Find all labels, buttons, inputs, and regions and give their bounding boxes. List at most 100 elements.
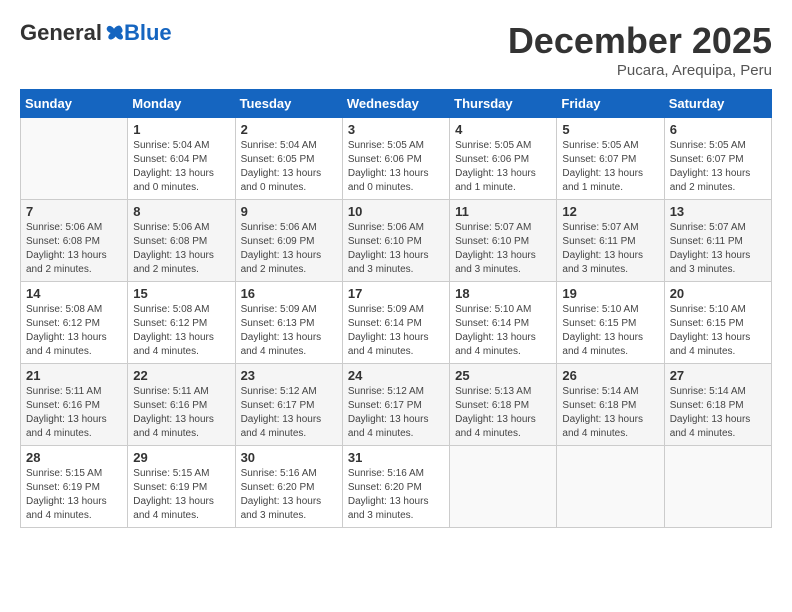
day-info: Sunrise: 5:14 AM Sunset: 6:18 PM Dayligh… (562, 385, 658, 441)
day-number: 18 (455, 286, 551, 301)
day-info: Sunrise: 5:04 AM Sunset: 6:04 PM Dayligh… (133, 139, 229, 195)
col-header-monday: Monday (128, 90, 235, 118)
calendar-cell (664, 446, 771, 528)
day-info: Sunrise: 5:05 AM Sunset: 6:07 PM Dayligh… (670, 139, 766, 195)
day-info: Sunrise: 5:04 AM Sunset: 6:05 PM Dayligh… (241, 139, 337, 195)
calendar-table: SundayMondayTuesdayWednesdayThursdayFrid… (20, 89, 772, 528)
day-info: Sunrise: 5:05 AM Sunset: 6:06 PM Dayligh… (455, 139, 551, 195)
calendar-cell (21, 118, 128, 200)
logo-general-text: General (20, 20, 102, 46)
calendar-cell: 26Sunrise: 5:14 AM Sunset: 6:18 PM Dayli… (557, 364, 664, 446)
day-info: Sunrise: 5:15 AM Sunset: 6:19 PM Dayligh… (26, 467, 122, 523)
calendar-week-row: 7 Sunrise: 5:06 AM Sunset: 6:08 PM Daylig… (21, 200, 772, 282)
calendar-cell: 19 Sunrise: 5:10 AM Sunset: 6:15 PM Dayli… (557, 282, 664, 364)
day-info: Sunrise: 5:07 AM Sunset: 6:11 PM Dayligh… (562, 221, 658, 277)
title-area: December 2025 Pucara, Arequipa, Peru (508, 20, 772, 79)
calendar-cell: 7 Sunrise: 5:06 AM Sunset: 6:08 PM Daylig… (21, 200, 128, 282)
day-number: 27 (670, 368, 766, 383)
day-number: 28 (26, 450, 122, 465)
day-info: Sunrise: 5:06 AM Sunset: 6:08 PM Dayligh… (26, 221, 122, 277)
calendar-cell: 2 Sunrise: 5:04 AM Sunset: 6:05 PM Daylig… (235, 118, 342, 200)
day-number: 24 (348, 368, 444, 383)
day-number: 4 (455, 122, 551, 137)
calendar-cell (557, 446, 664, 528)
day-number: 20 (670, 286, 766, 301)
day-number: 22 (133, 368, 229, 383)
calendar-cell: 23 Sunrise: 5:12 AM Sunset: 6:17 PM Dayli… (235, 364, 342, 446)
logo-blue-text: Blue (124, 20, 172, 46)
day-number: 23 (241, 368, 337, 383)
day-number: 29 (133, 450, 229, 465)
day-info: Sunrise: 5:09 AM Sunset: 6:13 PM Dayligh… (241, 303, 337, 359)
calendar-cell: 14 Sunrise: 5:08 AM Sunset: 6:12 PM Dayli… (21, 282, 128, 364)
day-info: Sunrise: 5:09 AM Sunset: 6:14 PM Dayligh… (348, 303, 444, 359)
day-info: Sunrise: 5:11 AM Sunset: 6:16 PM Dayligh… (26, 385, 122, 441)
calendar-cell: 6Sunrise: 5:05 AM Sunset: 6:07 PM Daylig… (664, 118, 771, 200)
col-header-saturday: Saturday (664, 90, 771, 118)
location: Pucara, Arequipa, Peru (508, 62, 772, 79)
day-info: Sunrise: 5:08 AM Sunset: 6:12 PM Dayligh… (26, 303, 122, 359)
day-number: 7 (26, 204, 122, 219)
calendar-cell: 21Sunrise: 5:11 AM Sunset: 6:16 PM Dayli… (21, 364, 128, 446)
day-number: 5 (562, 122, 658, 137)
day-info: Sunrise: 5:07 AM Sunset: 6:11 PM Dayligh… (670, 221, 766, 277)
day-info: Sunrise: 5:10 AM Sunset: 6:14 PM Dayligh… (455, 303, 551, 359)
calendar-cell: 30Sunrise: 5:16 AM Sunset: 6:20 PM Dayli… (235, 446, 342, 528)
day-info: Sunrise: 5:10 AM Sunset: 6:15 PM Dayligh… (562, 303, 658, 359)
day-number: 10 (348, 204, 444, 219)
calendar-cell: 8 Sunrise: 5:06 AM Sunset: 6:08 PM Daylig… (128, 200, 235, 282)
day-info: Sunrise: 5:12 AM Sunset: 6:17 PM Dayligh… (241, 385, 337, 441)
calendar-cell: 28 Sunrise: 5:15 AM Sunset: 6:19 PM Dayli… (21, 446, 128, 528)
calendar-cell: 27Sunrise: 5:14 AM Sunset: 6:18 PM Dayli… (664, 364, 771, 446)
month-title: December 2025 (508, 20, 772, 62)
calendar-cell: 16Sunrise: 5:09 AM Sunset: 6:13 PM Dayli… (235, 282, 342, 364)
col-header-wednesday: Wednesday (342, 90, 449, 118)
day-number: 19 (562, 286, 658, 301)
day-number: 17 (348, 286, 444, 301)
calendar-header-row: SundayMondayTuesdayWednesdayThursdayFrid… (21, 90, 772, 118)
calendar-cell: 25Sunrise: 5:13 AM Sunset: 6:18 PM Dayli… (450, 364, 557, 446)
day-info: Sunrise: 5:08 AM Sunset: 6:12 PM Dayligh… (133, 303, 229, 359)
calendar-cell: 24 Sunrise: 5:12 AM Sunset: 6:17 PM Dayli… (342, 364, 449, 446)
day-info: Sunrise: 5:07 AM Sunset: 6:10 PM Dayligh… (455, 221, 551, 277)
header: General Blue December 2025 Pucara, Arequ… (20, 20, 772, 79)
day-number: 3 (348, 122, 444, 137)
day-info: Sunrise: 5:06 AM Sunset: 6:09 PM Dayligh… (241, 221, 337, 277)
day-info: Sunrise: 5:05 AM Sunset: 6:07 PM Dayligh… (562, 139, 658, 195)
day-info: Sunrise: 5:15 AM Sunset: 6:19 PM Dayligh… (133, 467, 229, 523)
bird-icon (104, 24, 124, 42)
calendar-cell: 11Sunrise: 5:07 AM Sunset: 6:10 PM Dayli… (450, 200, 557, 282)
day-number: 14 (26, 286, 122, 301)
day-number: 1 (133, 122, 229, 137)
logo: General Blue (20, 20, 172, 46)
day-number: 2 (241, 122, 337, 137)
calendar-cell: 9 Sunrise: 5:06 AM Sunset: 6:09 PM Daylig… (235, 200, 342, 282)
calendar-cell: 4 Sunrise: 5:05 AM Sunset: 6:06 PM Daylig… (450, 118, 557, 200)
calendar-cell: 12 Sunrise: 5:07 AM Sunset: 6:11 PM Dayli… (557, 200, 664, 282)
day-number: 9 (241, 204, 337, 219)
calendar-cell: 22 Sunrise: 5:11 AM Sunset: 6:16 PM Dayli… (128, 364, 235, 446)
calendar-cell: 13Sunrise: 5:07 AM Sunset: 6:11 PM Dayli… (664, 200, 771, 282)
calendar-cell: 3Sunrise: 5:05 AM Sunset: 6:06 PM Daylig… (342, 118, 449, 200)
calendar-cell: 1 Sunrise: 5:04 AM Sunset: 6:04 PM Daylig… (128, 118, 235, 200)
day-info: Sunrise: 5:16 AM Sunset: 6:20 PM Dayligh… (348, 467, 444, 523)
day-info: Sunrise: 5:16 AM Sunset: 6:20 PM Dayligh… (241, 467, 337, 523)
calendar-cell: 31Sunrise: 5:16 AM Sunset: 6:20 PM Dayli… (342, 446, 449, 528)
calendar-cell: 18 Sunrise: 5:10 AM Sunset: 6:14 PM Dayli… (450, 282, 557, 364)
day-number: 8 (133, 204, 229, 219)
calendar-cell: 10Sunrise: 5:06 AM Sunset: 6:10 PM Dayli… (342, 200, 449, 282)
col-header-friday: Friday (557, 90, 664, 118)
calendar-cell: 17 Sunrise: 5:09 AM Sunset: 6:14 PM Dayli… (342, 282, 449, 364)
day-number: 25 (455, 368, 551, 383)
day-number: 12 (562, 204, 658, 219)
day-info: Sunrise: 5:12 AM Sunset: 6:17 PM Dayligh… (348, 385, 444, 441)
calendar-cell: 15 Sunrise: 5:08 AM Sunset: 6:12 PM Dayli… (128, 282, 235, 364)
col-header-tuesday: Tuesday (235, 90, 342, 118)
day-number: 15 (133, 286, 229, 301)
day-info: Sunrise: 5:11 AM Sunset: 6:16 PM Dayligh… (133, 385, 229, 441)
calendar-cell: 20Sunrise: 5:10 AM Sunset: 6:15 PM Dayli… (664, 282, 771, 364)
calendar-cell (450, 446, 557, 528)
col-header-thursday: Thursday (450, 90, 557, 118)
calendar-week-row: 21Sunrise: 5:11 AM Sunset: 6:16 PM Dayli… (21, 364, 772, 446)
day-info: Sunrise: 5:06 AM Sunset: 6:08 PM Dayligh… (133, 221, 229, 277)
